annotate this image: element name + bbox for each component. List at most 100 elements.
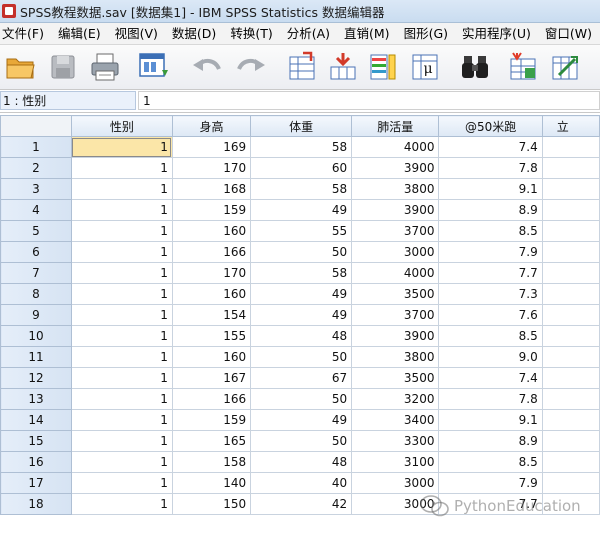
data-cell[interactable]: 3800 [351,346,440,368]
menu-transform[interactable]: 转换(T) [223,23,279,44]
data-cell[interactable]: 7.8 [438,388,543,410]
data-cell[interactable]: 1 [70,367,173,389]
data-cell[interactable]: 7.7 [438,262,543,284]
row-number[interactable]: 16 [0,451,72,473]
row-number[interactable]: 17 [0,472,72,494]
print-button[interactable] [88,51,122,83]
data-cell[interactable]: 3000 [351,493,440,515]
data-cell[interactable]: 169 [171,136,252,158]
menu-analyze[interactable]: 分析(A) [280,23,337,44]
data-cell-empty[interactable] [541,409,600,431]
data-cell[interactable]: 3700 [351,304,440,326]
data-cell[interactable]: 3900 [351,157,440,179]
data-cell[interactable]: 40 [250,472,353,494]
data-cell[interactable]: 48 [250,451,353,473]
data-cell-empty[interactable] [541,451,600,473]
data-cell[interactable]: 8.5 [438,220,543,242]
data-cell[interactable]: 170 [171,262,252,284]
menu-view[interactable]: 视图(V) [108,23,165,44]
data-cell[interactable]: 1 [70,241,173,263]
column-header-next[interactable]: 立 [541,115,600,137]
data-cell[interactable]: 3300 [351,430,440,452]
data-cell[interactable]: 168 [171,178,252,200]
data-cell[interactable]: 49 [250,304,353,326]
data-cell[interactable]: 1 [70,178,173,200]
cell-value-input[interactable]: 1 [138,91,600,110]
data-cell[interactable]: 7.4 [438,367,543,389]
data-cell[interactable]: 7.9 [438,472,543,494]
data-cell-empty[interactable] [541,136,600,158]
data-cell[interactable]: 154 [171,304,252,326]
column-header-weight[interactable]: 体重 [250,115,353,137]
data-cell[interactable]: 48 [250,325,353,347]
row-number[interactable]: 5 [0,220,72,242]
data-cell[interactable]: 165 [171,430,252,452]
data-cell[interactable]: 1 [70,472,173,494]
data-cell[interactable]: 7.6 [438,304,543,326]
data-cell[interactable]: 7.3 [438,283,543,305]
data-cell[interactable]: 3500 [351,283,440,305]
data-cell[interactable]: 8.9 [438,199,543,221]
open-folder-button[interactable] [4,51,38,83]
data-cell[interactable]: 3700 [351,220,440,242]
menu-file[interactable]: 文件(F) [0,23,51,44]
row-number[interactable]: 10 [0,325,72,347]
menu-direct-marketing[interactable]: 直销(M) [337,23,397,44]
data-cell[interactable]: 159 [171,409,252,431]
insert-variable-button[interactable] [548,51,582,83]
data-cell-empty[interactable] [541,283,600,305]
data-cell[interactable]: 158 [171,451,252,473]
data-cell[interactable]: 1 [70,388,173,410]
data-cell[interactable]: 3100 [351,451,440,473]
data-cell[interactable]: 42 [250,493,353,515]
data-cell[interactable]: 3000 [351,472,440,494]
data-cell[interactable]: 3900 [351,199,440,221]
data-cell[interactable]: 9.0 [438,346,543,368]
menu-utilities[interactable]: 实用程序(U) [455,23,538,44]
data-cell-empty[interactable] [541,199,600,221]
data-cell[interactable]: 7.9 [438,241,543,263]
data-cell[interactable]: 160 [171,283,252,305]
data-cell[interactable]: 1 [70,346,173,368]
goto-case-button[interactable] [286,51,320,83]
data-cell[interactable]: 1 [70,304,173,326]
row-number[interactable]: 15 [0,430,72,452]
data-cell-empty[interactable] [541,220,600,242]
data-cell[interactable]: 50 [250,430,353,452]
data-cell[interactable]: 3500 [351,367,440,389]
data-cell[interactable]: 9.1 [438,178,543,200]
data-cell-empty[interactable] [541,367,600,389]
data-cell[interactable]: 1 [70,325,173,347]
data-cell[interactable]: 3800 [351,178,440,200]
data-cell[interactable]: 3400 [351,409,440,431]
data-cell[interactable]: 4000 [351,262,440,284]
data-cell[interactable]: 1 [70,283,173,305]
data-cell[interactable]: 150 [171,493,252,515]
data-cell[interactable]: 8.5 [438,325,543,347]
data-cell[interactable]: 4000 [351,136,440,158]
data-cell-empty[interactable] [541,178,600,200]
data-cell[interactable]: 3900 [351,325,440,347]
data-cell[interactable]: 50 [250,346,353,368]
data-cell[interactable]: 155 [171,325,252,347]
data-cell[interactable]: 49 [250,199,353,221]
insert-cases-button[interactable] [506,51,540,83]
data-cell-empty[interactable] [541,157,600,179]
data-cell[interactable]: 9.1 [438,409,543,431]
goto-variable-button[interactable] [326,51,360,83]
data-cell[interactable]: 1 [70,409,173,431]
row-number[interactable]: 12 [0,367,72,389]
data-cell[interactable]: 1 [70,493,173,515]
menu-data[interactable]: 数据(D) [165,23,223,44]
menu-edit[interactable]: 编辑(E) [51,23,108,44]
data-cell-empty[interactable] [541,262,600,284]
data-cell[interactable]: 167 [171,367,252,389]
data-cell[interactable]: 1 [70,220,173,242]
row-number[interactable]: 14 [0,409,72,431]
data-cell-empty[interactable] [541,388,600,410]
data-cell-empty[interactable] [541,493,600,515]
data-cell[interactable]: 1 [70,199,173,221]
data-cell-empty[interactable] [541,472,600,494]
data-cell[interactable]: 3200 [351,388,440,410]
row-number[interactable]: 9 [0,304,72,326]
